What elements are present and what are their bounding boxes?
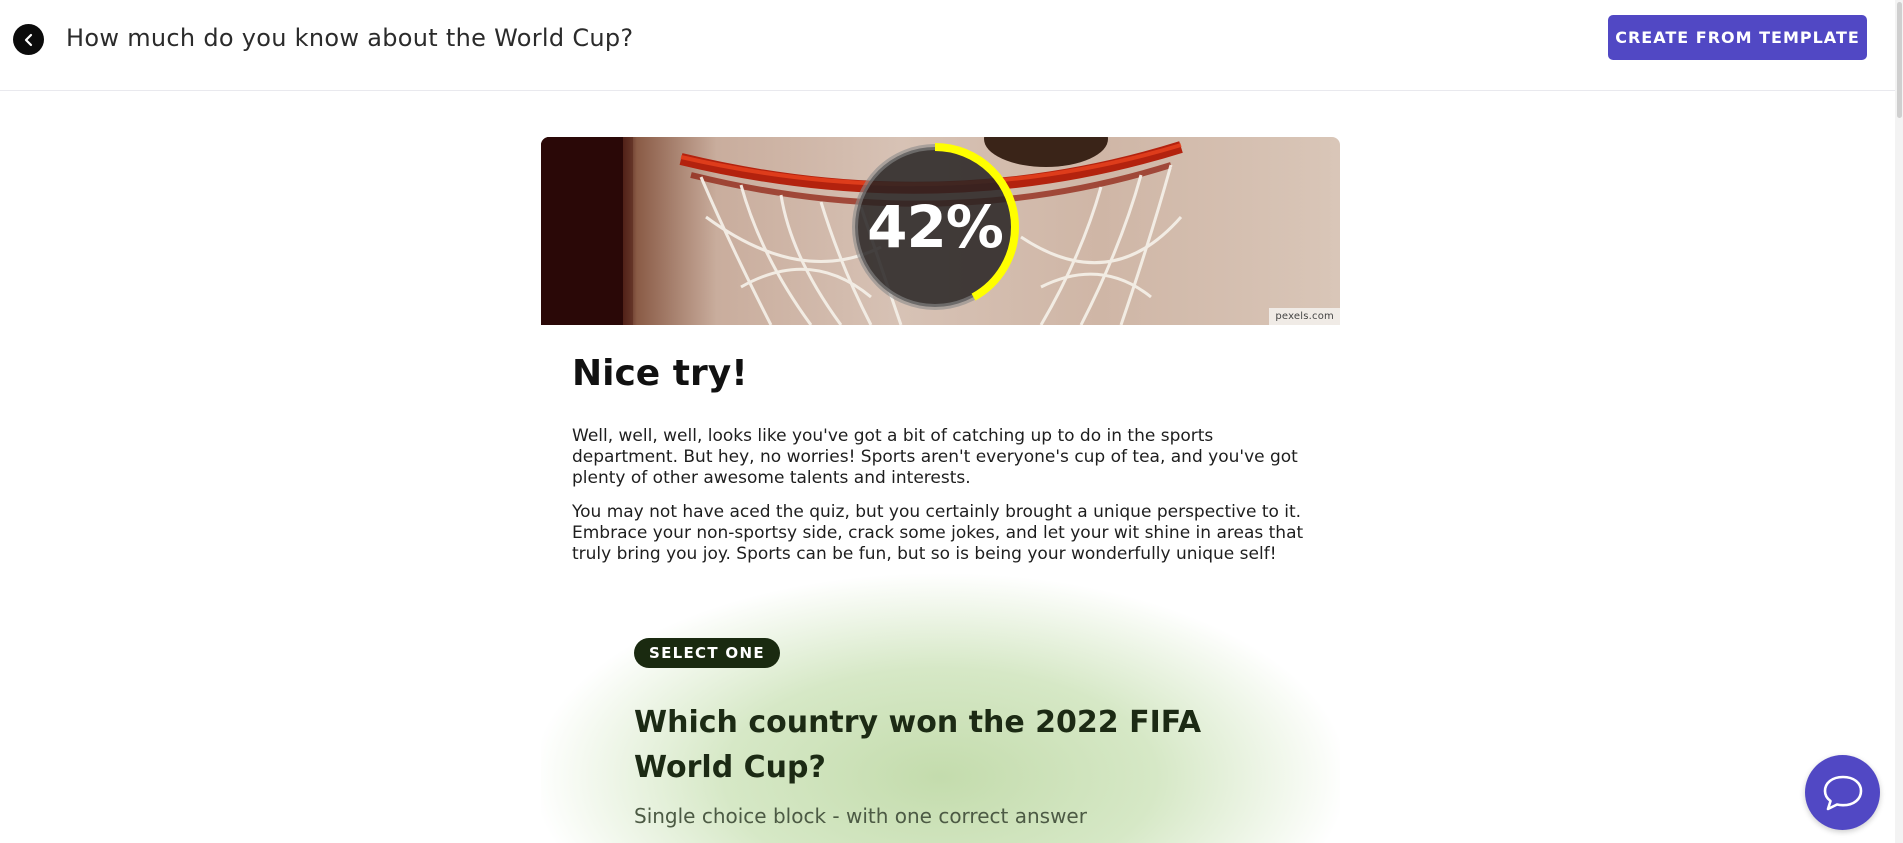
top-bar: How much do you know about the World Cup… bbox=[0, 0, 1903, 91]
result-title: Nice try! bbox=[572, 353, 748, 394]
image-credit[interactable]: pexels.com bbox=[1269, 308, 1340, 325]
question-type-badge: SELECT ONE bbox=[634, 638, 780, 668]
question-subtitle: Single choice block - with one correct a… bbox=[634, 804, 1087, 828]
result-paragraph-1: Well, well, well, looks like you've got … bbox=[572, 426, 1298, 488]
quiz-result-card: 42% pexels.com Nice try! Well, well, wel… bbox=[541, 137, 1340, 843]
scrollbar-thumb[interactable] bbox=[1897, 2, 1902, 118]
page-title: How much do you know about the World Cup… bbox=[66, 24, 634, 52]
chat-bubble-icon bbox=[1823, 775, 1862, 810]
question-text: Which country won the 2022 FIFA World Cu… bbox=[634, 705, 1202, 785]
chat-button[interactable] bbox=[1805, 755, 1880, 830]
question-block bbox=[541, 552, 1340, 843]
create-from-template-button[interactable]: CREATE FROM TEMPLATE bbox=[1608, 15, 1867, 60]
score-percentage: 42% bbox=[867, 193, 1004, 261]
result-hero-image: 42% pexels.com bbox=[541, 137, 1340, 325]
chevron-left-icon bbox=[24, 33, 32, 46]
back-button[interactable] bbox=[13, 24, 44, 55]
scrollbar-track[interactable] bbox=[1895, 0, 1903, 843]
